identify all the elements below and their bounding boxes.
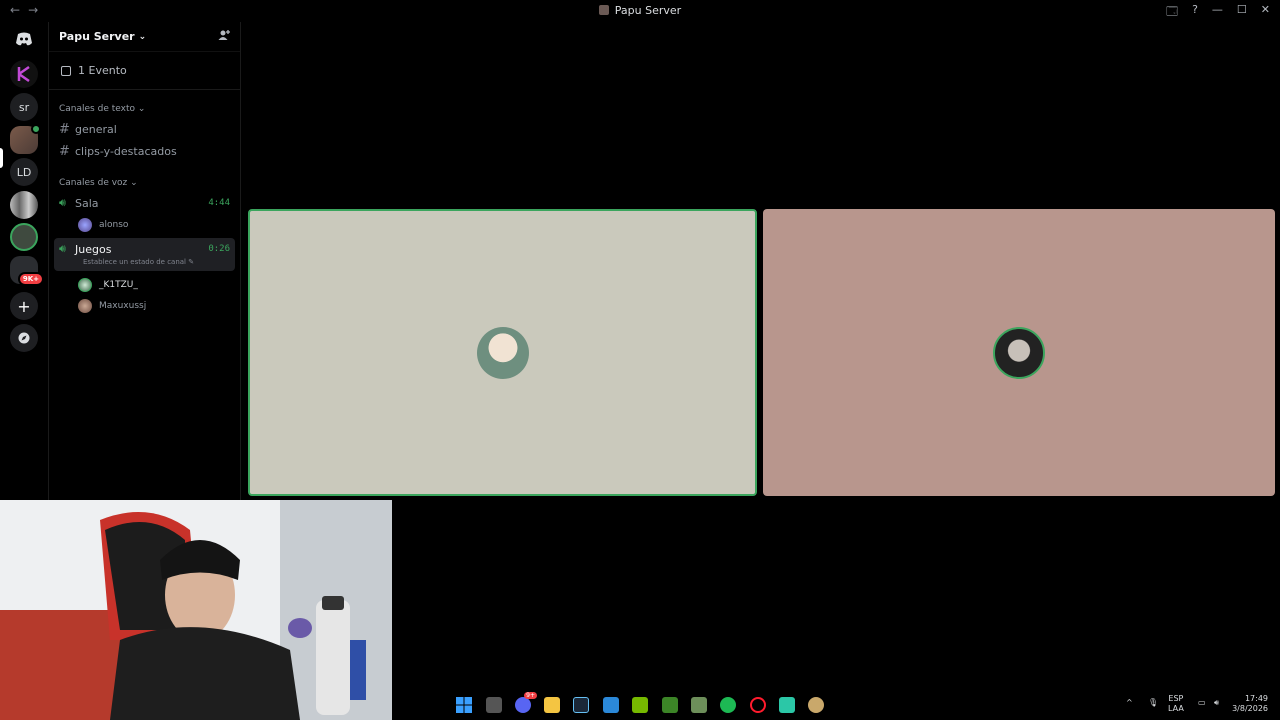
avatar [78, 298, 92, 313]
chevron-down-icon: ⌄ [138, 31, 147, 42]
notification-badge: 9+ [524, 692, 537, 699]
server-name: Papu Server [59, 30, 135, 43]
speaker-icon: 🔊︎ [59, 196, 66, 209]
avatar [78, 217, 92, 232]
help-icon[interactable]: ? [1192, 3, 1198, 22]
server-avatar-icon[interactable] [10, 223, 38, 251]
channel-clips[interactable]: # clips-y-destacados [49, 140, 240, 162]
steam-icon[interactable] [573, 697, 589, 713]
inbox-icon[interactable]: 🗔 [1166, 3, 1178, 22]
channel-label: clips-y-destacados [75, 144, 177, 158]
language-code: ESP [1168, 694, 1184, 703]
channel-label: general [75, 122, 117, 136]
opera-gx-icon[interactable] [750, 697, 766, 713]
chevron-down-icon: ⌄ [137, 104, 146, 114]
volume-icon[interactable]: 🔊︎ [1214, 698, 1219, 708]
voice-member[interactable]: Maxuxussj [49, 295, 240, 316]
category-label: Canales de voz [59, 178, 128, 188]
chevron-down-icon: ⌄ [130, 178, 138, 188]
spotify-icon[interactable] [720, 697, 736, 713]
channel-status-text: Establece un estado de canal [83, 258, 187, 266]
voice-member[interactable]: _K1TZU_ [49, 274, 240, 295]
audio-app-icon[interactable] [779, 697, 795, 713]
app-icon[interactable] [808, 697, 824, 713]
microphone-icon[interactable]: 🎙︎ [1148, 698, 1158, 708]
webcam-image [0, 500, 392, 720]
network-icon[interactable]: ▭ [1198, 698, 1206, 708]
window-controls: 🗔 ? — ☐ ✕ [1166, 3, 1270, 22]
voice-stage [241, 22, 1280, 690]
chevron-up-icon[interactable]: ^ [1126, 698, 1133, 708]
invite-people-icon[interactable] [218, 29, 230, 44]
language-indicator[interactable]: ESP LAA [1168, 694, 1184, 714]
server-papu-icon[interactable] [10, 124, 41, 154]
discord-home-icon[interactable] [10, 25, 38, 53]
voice-timer: 4:44 [208, 198, 230, 208]
selected-server-indicator [0, 148, 3, 168]
file-explorer-icon[interactable] [544, 697, 560, 713]
server-header[interactable]: Papu Server ⌄ [49, 22, 240, 52]
participant-avatar [476, 326, 529, 379]
hash-icon: # [59, 143, 70, 159]
participant-tile-speaking[interactable] [248, 209, 757, 496]
voice-channel-row[interactable]: 🔊︎ Juegos 0:26 [54, 238, 235, 260]
clock-time: 17:49 [1244, 694, 1268, 703]
server-list: sr LD 9K+ + [0, 22, 48, 500]
member-name: _K1TZU_ [99, 279, 138, 290]
channel-sidebar: Papu Server ⌄ 1 Evento Canales de texto ⌄… [48, 22, 241, 500]
minecraft-icon[interactable] [662, 697, 678, 713]
title-bar: ← → Papu Server 🗔 ? — ☐ ✕ [0, 0, 1280, 22]
category-label: Canales de texto [59, 104, 135, 114]
maximize-button[interactable]: ☐ [1237, 3, 1247, 22]
category-voice-channels[interactable]: Canales de voz ⌄ [49, 162, 240, 192]
server-sr-label: sr [18, 100, 30, 114]
voice-member[interactable]: alonso [49, 214, 240, 235]
voice-channel-label: Sala [75, 196, 99, 210]
channel-general[interactable]: # general [49, 118, 240, 140]
minimize-button[interactable]: — [1212, 3, 1223, 22]
server-sr-icon[interactable]: sr [10, 93, 38, 121]
keyboard-layout: LAA [1168, 704, 1184, 713]
explore-icon[interactable] [10, 324, 38, 352]
webcam-overlay [0, 500, 392, 720]
events-row[interactable]: 1 Evento [49, 52, 240, 90]
mention-badge: 9K+ [17, 272, 44, 286]
clock-date: 3/8/2026 [1232, 704, 1268, 713]
participant-tile[interactable] [763, 209, 1275, 496]
nvidia-icon[interactable] [632, 697, 648, 713]
voice-channel-sala[interactable]: 🔊︎ Sala 4:44 [49, 192, 240, 214]
voice-timer: 0:26 [208, 244, 230, 254]
avatar [78, 277, 92, 292]
window-title-text: Papu Server [614, 4, 682, 17]
server-icon [598, 5, 609, 15]
speaker-icon: 🔊︎ [59, 242, 66, 255]
voice-channel-juegos[interactable]: 🔊︎ Juegos 0:26 Establece un estado de ca… [54, 238, 235, 271]
member-name: alonso [99, 219, 129, 230]
notepad-icon[interactable] [603, 697, 619, 713]
windows-start-icon[interactable] [456, 697, 472, 713]
event-label: 1 Evento [78, 64, 127, 77]
discord-taskbar-icon[interactable]: 9+ [515, 692, 537, 713]
close-button[interactable]: ✕ [1261, 3, 1270, 22]
minecraft-launcher-icon[interactable] [691, 697, 707, 713]
server-folder-icon[interactable]: 9K+ [10, 256, 44, 286]
server-ld-label: LD [16, 165, 32, 179]
channel-status[interactable]: Establece un estado de canal ✎ [54, 258, 235, 268]
add-server-icon[interactable]: + [10, 292, 38, 320]
task-view-icon[interactable] [486, 697, 502, 713]
category-text-channels[interactable]: Canales de texto ⌄ [49, 90, 240, 118]
window-title: Papu Server [0, 4, 1280, 17]
participant-avatar [993, 326, 1045, 379]
taskbar: 9+ ^ 🎙︎ ESP LAA ▭ 🔊︎ 17:49 3/8/2026 [392, 690, 1280, 720]
server-ld-icon[interactable]: LD [10, 158, 38, 186]
voice-active-badge [31, 124, 41, 134]
member-name: Maxuxussj [99, 300, 147, 311]
clock[interactable]: 17:49 3/8/2026 [1232, 694, 1268, 714]
server-building-icon[interactable] [10, 191, 38, 219]
voice-channel-label: Juegos [75, 242, 112, 256]
server-k-icon[interactable] [10, 60, 38, 88]
hash-icon: # [59, 121, 70, 137]
pencil-icon[interactable]: ✎ [188, 258, 194, 266]
calendar-icon [61, 65, 71, 76]
